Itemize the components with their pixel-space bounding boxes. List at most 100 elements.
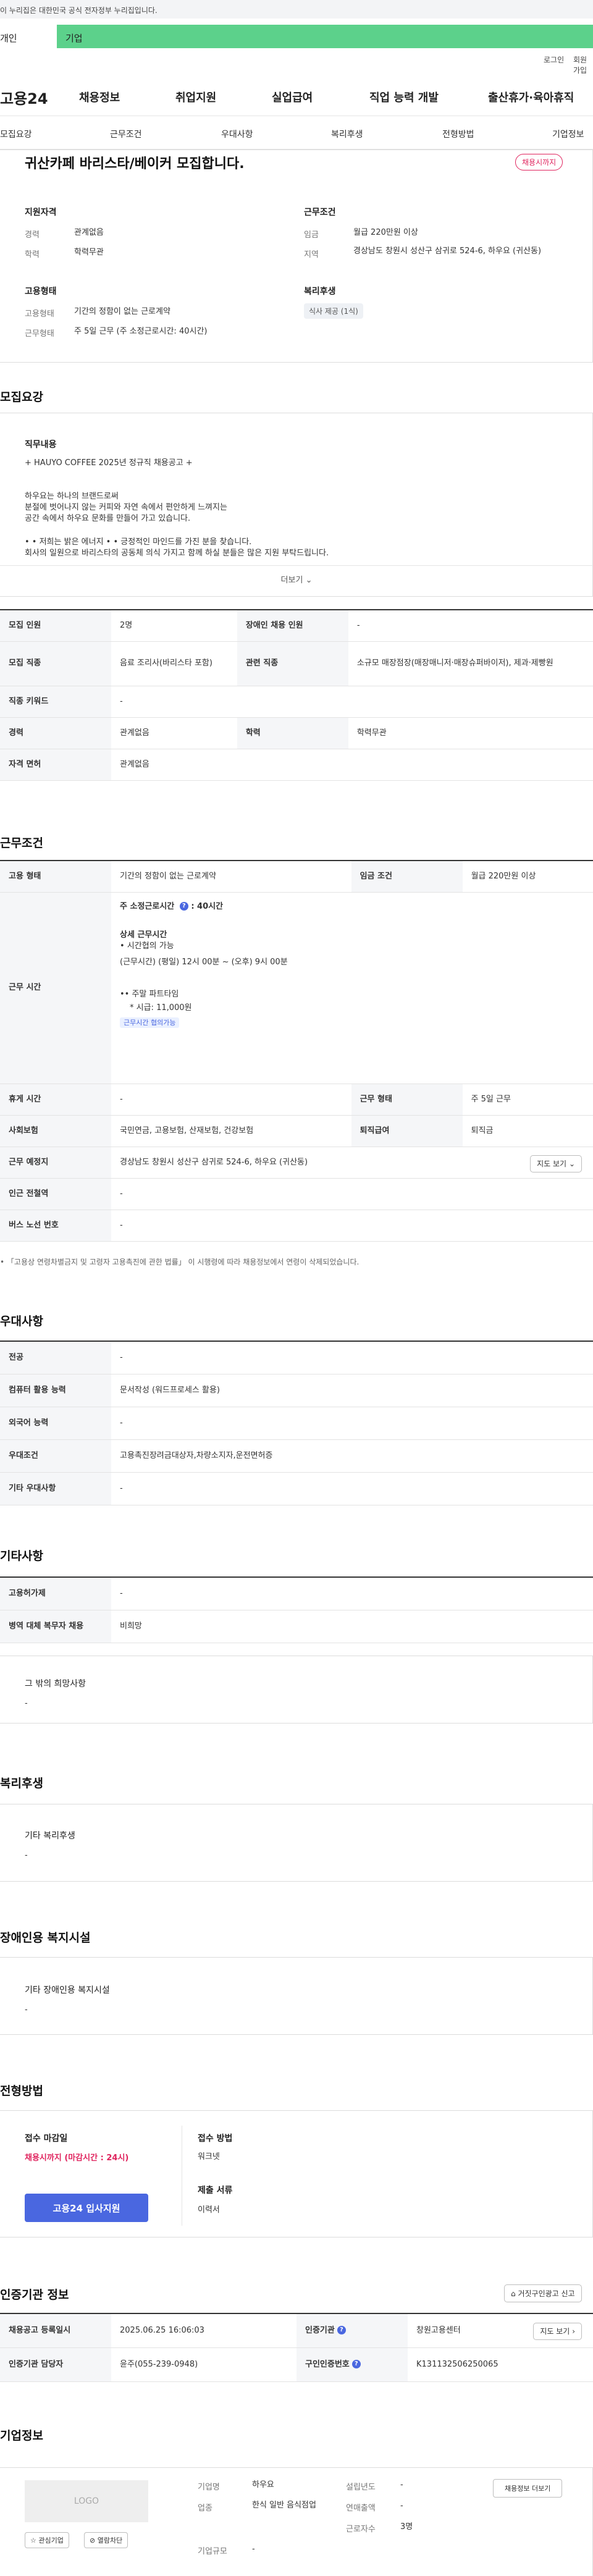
table-header-cell: 채용공고 등록일시 xyxy=(0,2313,111,2348)
section-subnav: 모집요강 근무조건 우대사항 복리후생 전형방법 기업정보 xyxy=(0,117,593,149)
table-header-cell: 구인인증번호? xyxy=(296,2347,408,2382)
apply-button[interactable]: 고용24 입사지원 xyxy=(25,2194,148,2222)
work-value: 경상남도 창원시 성산구 삼귀로 524-6, 하우요 (귀산동) xyxy=(353,246,542,256)
block-label: 열람차단 xyxy=(97,2536,123,2544)
subnav-preference[interactable]: 우대사항 xyxy=(221,128,253,140)
table-cell: - xyxy=(111,1341,593,1374)
company-value: 하우요 xyxy=(252,2480,274,2490)
job-title: 귀산카페 바리스타/베이커 모집합니다. xyxy=(25,156,245,172)
disabled-sub-heading: 기타 장애인용 복지시설 xyxy=(25,1985,110,1995)
gnb-item-jobs[interactable]: 채용정보 xyxy=(79,89,120,105)
table-header-cell: 컴퓨터 활용 능력 xyxy=(0,1374,111,1407)
table-row: 채용공고 등록일시 2025.06.25 16:06:03 인증기관? 창원고용… xyxy=(0,2313,593,2348)
docs-value: 이력서 xyxy=(198,2205,220,2215)
subnav-recruit[interactable]: 모집요강 xyxy=(0,128,32,140)
table-cell: - xyxy=(111,1178,593,1210)
agency-table: 채용공고 등록일시 2025.06.25 16:06:03 인증기관? 창원고용… xyxy=(0,2313,593,2382)
agency-label: 인증기관 xyxy=(305,2325,335,2335)
map-button[interactable]: 지도 보기 ⌄ xyxy=(530,1155,582,1172)
work-label: 임금 xyxy=(304,230,319,240)
detail-hours-line: (근무시간) (평일) 12시 00분 ~ (오후) 9시 00분 xyxy=(120,957,288,967)
gnb-item-employment[interactable]: 취업지원 xyxy=(175,89,216,105)
login-link[interactable]: 로그인 xyxy=(544,54,564,65)
company-label: 설립년도 xyxy=(346,2483,376,2492)
weekly-hours-sep: : xyxy=(191,901,198,911)
gov-banner: 이 누리집은 대한민국 공식 전자정부 누리집입니다. xyxy=(0,0,593,19)
table-cell: - xyxy=(348,610,593,642)
deadline-heading: 접수 마감일 xyxy=(25,2134,68,2144)
emp-value: 주 5일 근무 (주 소정근로시간: 40시간) xyxy=(74,327,208,336)
table-header-cell: 인증기관? xyxy=(296,2313,408,2348)
job-description-box: 직무내용 + HAUYO COFFEE 2025년 정규직 채용공고 + 하우요… xyxy=(0,413,593,597)
more-jobs-button[interactable]: 채용정보 더보기 xyxy=(493,2479,563,2498)
detail-hours-heading: 상세 근무시간 xyxy=(120,930,167,940)
info-icon[interactable]: ? xyxy=(179,902,188,911)
report-button[interactable]: ⌂ 거짓구인광고 신고 xyxy=(504,2284,582,2302)
job-desc-line: • • 저희는 밝은 에너지 • • 긍정적인 마인드를 가진 분을 찾습니다. xyxy=(25,537,252,547)
site-logo[interactable]: 고용24 xyxy=(0,86,48,108)
conditions-table: 고용 형태 기간의 정함이 없는 근로계약 임금 조건 월급 220만원 이상 … xyxy=(0,860,593,1242)
table-row: 근무 예정지 경상남도 창원시 성산구 삼귀로 524-6, 하우요 (귀산동)… xyxy=(0,1147,593,1179)
table-row: 모집 인원 2명 장애인 채용 인원 - xyxy=(0,610,593,642)
more-button[interactable]: 더보기 ⌄ xyxy=(0,565,593,590)
table-cell: 월급 220만원 이상 xyxy=(462,861,593,893)
consult-chip: 근무시간 협의가능 xyxy=(120,1017,180,1028)
info-icon[interactable]: ? xyxy=(351,2360,361,2368)
job-desc-line: + HAUYO COFFEE 2025년 정규직 채용공고 + xyxy=(25,458,193,468)
table-header-cell: 퇴직급여 xyxy=(351,1115,463,1147)
info-icon[interactable]: ? xyxy=(337,2326,346,2335)
table-row: 인근 전철역 - xyxy=(0,1178,593,1210)
table-cell: 비희망 xyxy=(111,1610,593,1643)
table-cell: 2명 xyxy=(111,610,237,642)
parttime-line: •• 주말 파트타임 xyxy=(120,989,179,999)
table-row: 근무 시간 주 소정근로시간 ? : 40시간 상세 근무시간 • 시간협의 가… xyxy=(0,892,593,1084)
location-value: 경상남도 창원시 성산구 삼귀로 524-6, 하우요 (귀산동) xyxy=(120,1157,308,1167)
tab-individual[interactable]: 개인 xyxy=(0,25,57,48)
table-cell: - xyxy=(111,1577,593,1610)
table-cell: - xyxy=(111,1210,593,1242)
table-row: 모집 직종 음료 조리사(바리스타 포함) 관련 직종 소규모 매장점장(매장매… xyxy=(0,641,593,686)
table-cell: - xyxy=(111,1084,351,1116)
more-label: 더보기 xyxy=(280,576,303,585)
table-header-cell: 고용 형태 xyxy=(0,861,111,893)
block-button[interactable]: ⊘ 열람차단 xyxy=(84,2532,128,2548)
join-link[interactable]: 회원가입 xyxy=(573,54,593,75)
subnav-conditions[interactable]: 근무조건 xyxy=(110,128,142,140)
gnb-item-training[interactable]: 직업 능력 개발 xyxy=(369,89,439,105)
process-box: 접수 마감일 채용시까지 (마감시간 : 24시) 고용24 입사지원 접수 방… xyxy=(0,2110,593,2237)
company-section-title: 기업정보 xyxy=(0,2429,43,2443)
summary-card: 귀산카페 바리스타/베이커 모집합니다. 채용시까지 지원자격 경력 관계없음 … xyxy=(0,149,593,363)
favorite-button[interactable]: ☆ 관심기업 xyxy=(25,2532,69,2548)
recruit-table: 모집 인원 2명 장애인 채용 인원 - 모집 직종 음료 조리사(바리스타 포… xyxy=(0,609,593,781)
tab-company[interactable]: 기업 xyxy=(57,25,593,48)
welfare-value: - xyxy=(25,1851,28,1860)
other-hopes-box: 그 밖의 희망사항 - xyxy=(0,1656,593,1724)
age-note: • 「고용상 연령차별금지 및 고령자 고용촉진에 관한 법률」 이 시행령에 … xyxy=(0,1258,360,1266)
table-header-cell: 인근 전철역 xyxy=(0,1178,111,1210)
process-section-title: 전형방법 xyxy=(0,2084,43,2098)
table-row: 인증기관 담당자 윤주(055-239-0948) 구인인증번호? K13113… xyxy=(0,2347,593,2382)
table-cell: 2025.06.25 16:06:03 xyxy=(111,2313,296,2348)
agency-map-button[interactable]: 지도 보기 › xyxy=(533,2323,582,2340)
weekly-hours-value: 40시간 xyxy=(197,901,224,911)
table-header-cell: 경력 xyxy=(0,717,111,749)
subnav-process[interactable]: 전형방법 xyxy=(442,128,474,140)
welfare-sub-heading: 기타 복리후생 xyxy=(25,1831,75,1841)
subnav-company[interactable]: 기업정보 xyxy=(552,128,584,140)
agency-map-label: 지도 보기 xyxy=(540,2327,570,2336)
docs-heading: 제출 서류 xyxy=(198,2186,233,2195)
agency-value: 창원고용센터 xyxy=(416,2325,461,2335)
gnb-item-parental-leave[interactable]: 출산휴가·육아휴직 xyxy=(488,89,574,105)
location-cell: 경상남도 창원시 성산구 삼귀로 524-6, 하우요 (귀산동) 지도 보기 … xyxy=(111,1147,593,1179)
gnb-item-unemployment[interactable]: 실업급여 xyxy=(272,89,313,105)
table-header-cell: 자격 면허 xyxy=(0,749,111,781)
chevron-right-icon: › xyxy=(572,2327,575,2336)
deadline-value: 채용시까지 (마감시간 : 24시) xyxy=(25,2153,129,2163)
table-row: 사회보험 국민연금, 고용보험, 산재보험, 건강보험 퇴직급여 퇴직금 xyxy=(0,1115,593,1147)
job-desc-line: 회사의 일원으로 바리스타의 공동체 의식 가지고 함께 하실 분들은 많은 지… xyxy=(25,549,329,558)
table-header-cell: 사회보험 xyxy=(0,1115,111,1147)
subnav-welfare[interactable]: 복리후생 xyxy=(331,128,363,140)
star-icon: ☆ xyxy=(30,2536,36,2544)
work-label: 지역 xyxy=(304,250,319,259)
report-button-label: 거짓구인광고 신고 xyxy=(518,2289,575,2298)
